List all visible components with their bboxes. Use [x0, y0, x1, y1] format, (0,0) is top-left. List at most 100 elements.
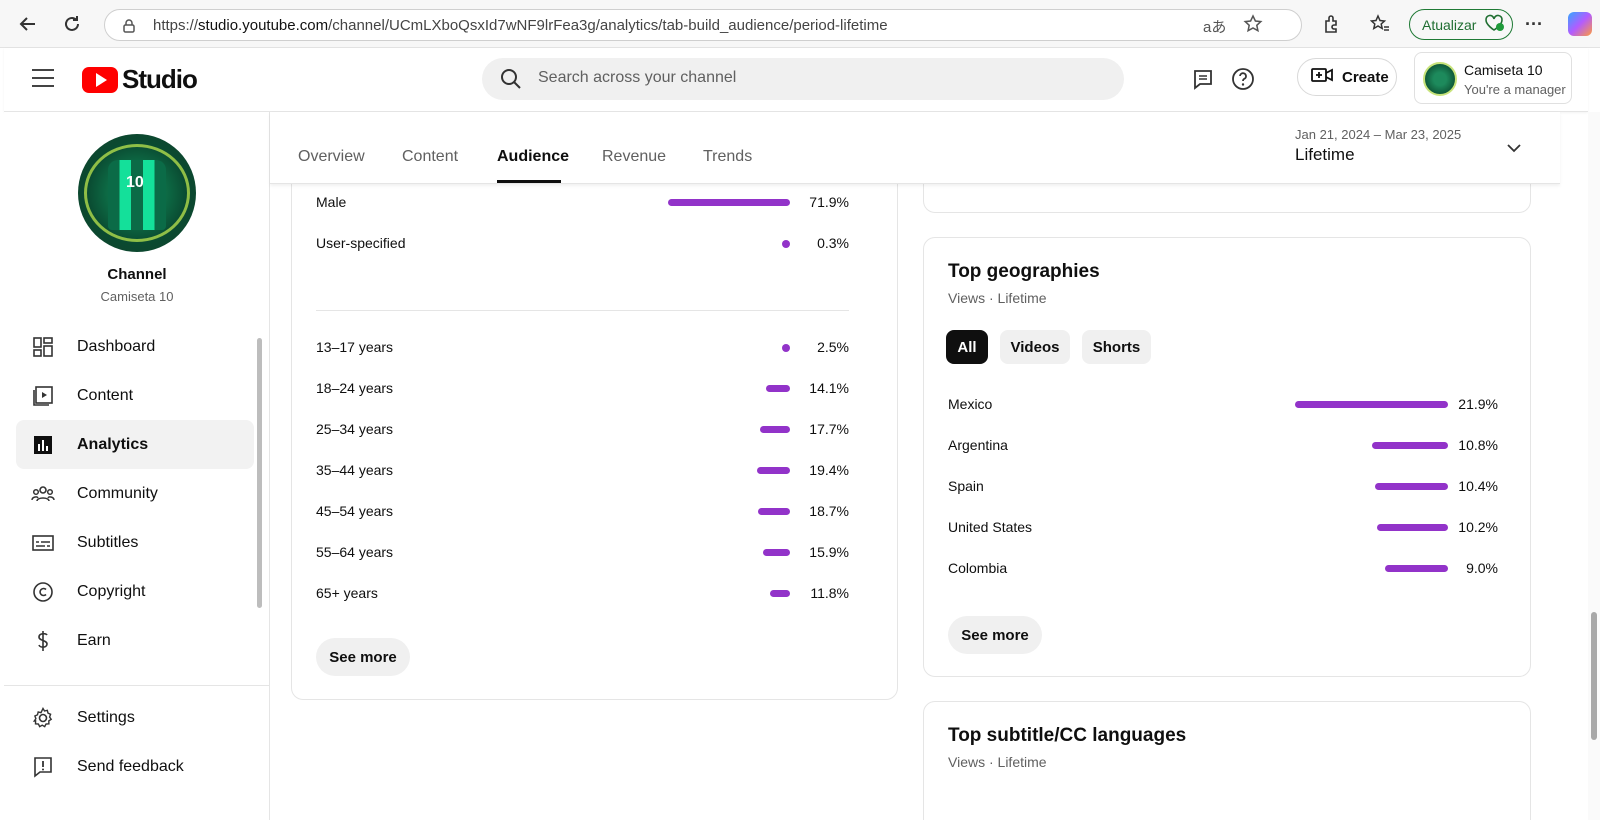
value-bar — [762, 549, 790, 556]
search-input[interactable]: Search across your channel — [538, 69, 736, 87]
sidebar-item-content[interactable]: Content — [16, 371, 254, 420]
tab-revenue[interactable]: Revenue — [602, 148, 666, 166]
value-bar — [758, 508, 790, 515]
date-period-label[interactable]: Lifetime — [1295, 145, 1355, 165]
feedback-icon — [30, 754, 56, 780]
more-options-icon[interactable]: ··· — [1520, 10, 1548, 38]
row-percent: 21.9% — [1458, 396, 1498, 412]
youtube-logo-icon — [82, 66, 118, 93]
dashboard-icon — [30, 334, 56, 360]
sidebar-item-copyright[interactable]: Copyright — [16, 567, 254, 616]
chevron-down-icon[interactable] — [1506, 140, 1522, 158]
create-button[interactable]: Create — [1297, 58, 1397, 96]
channel-avatar[interactable]: 10 — [78, 134, 196, 252]
earn-icon — [30, 628, 56, 654]
account-name: Camiseta 10 — [1464, 62, 1543, 78]
geography-row: Spain 10.4% — [948, 477, 1498, 497]
demographics-see-more-button[interactable]: See more — [316, 638, 410, 676]
gender-row: Male 71.9% — [316, 193, 849, 213]
row-label: 65+ years — [316, 585, 378, 601]
reload-icon[interactable] — [58, 10, 86, 38]
analytics-icon — [30, 432, 56, 458]
geography-row: Mexico 21.9% — [948, 395, 1498, 415]
top-subtitle-languages-card: Top subtitle/CC languages Views · Lifeti… — [923, 701, 1531, 820]
channel-title: Channel — [107, 266, 167, 283]
row-label: 55–64 years — [316, 544, 394, 560]
sidebar-scrollbar[interactable] — [257, 338, 262, 608]
sidebar-item-label: Subtitles — [77, 533, 139, 551]
sidebar-item-send-feedback[interactable]: Send feedback — [16, 742, 254, 791]
chip-videos[interactable]: Videos — [1000, 330, 1070, 364]
studio-logo[interactable]: Studio — [82, 64, 198, 95]
favorites-icon[interactable] — [1366, 10, 1394, 38]
menu-icon[interactable] — [32, 69, 54, 87]
sidebar-item-dashboard[interactable]: Dashboard — [16, 322, 254, 371]
messages-icon[interactable] — [1190, 66, 1216, 92]
sidebar: 10 Channel Camiseta 10 Dashboard Content… — [4, 112, 270, 820]
account-switcher[interactable]: Camiseta 10 You're a manager — [1414, 52, 1572, 104]
heart-pulse-icon — [1484, 14, 1505, 35]
row-label: 18–24 years — [316, 380, 394, 396]
copilot-icon[interactable] — [1568, 12, 1592, 36]
tab-overview[interactable]: Overview — [298, 148, 365, 166]
avatar — [1423, 62, 1457, 96]
chip-all[interactable]: All — [946, 330, 988, 364]
value-bar — [769, 590, 790, 597]
row-label: Colombia — [948, 560, 1008, 576]
tab-trends[interactable]: Trends — [703, 148, 752, 166]
update-browser-button[interactable]: Atualizar — [1409, 9, 1513, 40]
tab-audience[interactable]: Audience — [497, 148, 569, 166]
site-info-icon[interactable] — [121, 18, 137, 39]
sidebar-item-subtitles[interactable]: Subtitles — [16, 518, 254, 567]
age-row: 13–17 years 2.5% — [316, 338, 849, 358]
geographies-see-more-button[interactable]: See more — [948, 616, 1042, 654]
sidebar-item-earn[interactable]: Earn — [16, 616, 254, 665]
chip-shorts[interactable]: Shorts — [1082, 330, 1151, 364]
favorite-star-icon[interactable] — [1243, 14, 1263, 38]
age-row: 25–34 years 17.7% — [316, 420, 849, 440]
active-tab-indicator — [497, 180, 561, 183]
row-percent: 10.2% — [1458, 519, 1498, 535]
age-row: 65+ years 11.8% — [316, 584, 849, 604]
row-label: 45–54 years — [316, 503, 394, 519]
sidebar-item-label: Analytics — [77, 435, 149, 453]
extensions-icon[interactable] — [1318, 10, 1346, 38]
sidebar-divider — [4, 685, 269, 686]
row-percent: 11.8% — [810, 585, 849, 601]
value-bar — [1375, 483, 1448, 490]
value-bar — [1294, 401, 1448, 408]
sidebar-item-analytics[interactable]: Analytics — [16, 420, 254, 469]
value-bar — [667, 199, 790, 206]
sidebar-item-settings[interactable]: Settings — [16, 693, 254, 742]
row-label: Spain — [948, 478, 984, 494]
subtitles-icon — [30, 530, 56, 556]
row-percent: 10.8% — [1458, 437, 1498, 453]
sidebar-item-label: Send feedback — [77, 757, 184, 775]
read-aloud-icon[interactable]: aあ — [1203, 16, 1226, 37]
channel-name: Camiseta 10 — [100, 289, 174, 304]
help-icon[interactable] — [1230, 66, 1256, 92]
address-bar[interactable]: https://studio.youtube.com/channel/UCmLX… — [104, 9, 1302, 41]
sidebar-item-community[interactable]: Community — [16, 469, 254, 518]
page-scrollbar-thumb[interactable] — [1591, 612, 1597, 740]
sidebar-item-label: Community — [77, 484, 158, 502]
browser-toolbar: https://studio.youtube.com/channel/UCmLX… — [0, 0, 1600, 48]
row-percent: 9.0% — [1466, 560, 1498, 576]
row-percent: 17.7% — [809, 421, 849, 437]
copyright-icon — [30, 579, 56, 605]
row-percent: 14.1% — [809, 380, 849, 396]
geography-row: Colombia 9.0% — [948, 559, 1498, 579]
value-bar — [759, 426, 790, 433]
row-label: Argentina — [948, 437, 1008, 453]
gear-icon — [30, 705, 56, 731]
analytics-tabs: Overview Content Audience Revenue Trends… — [270, 112, 1560, 184]
see-more-label: See more — [961, 626, 1029, 644]
age-row: 45–54 years 18.7% — [316, 502, 849, 522]
search-icon[interactable] — [500, 68, 522, 95]
date-range[interactable]: Jan 21, 2024 – Mar 23, 2025 — [1295, 127, 1461, 142]
geographies-title: Top geographies — [948, 261, 1100, 282]
tab-content[interactable]: Content — [402, 148, 458, 166]
back-arrow-icon[interactable] — [14, 10, 42, 38]
demographics-card: Female27.9%Male71.9%User-specified0.3% 1… — [291, 152, 898, 700]
search-bar[interactable]: Search across your channel — [482, 58, 1124, 100]
